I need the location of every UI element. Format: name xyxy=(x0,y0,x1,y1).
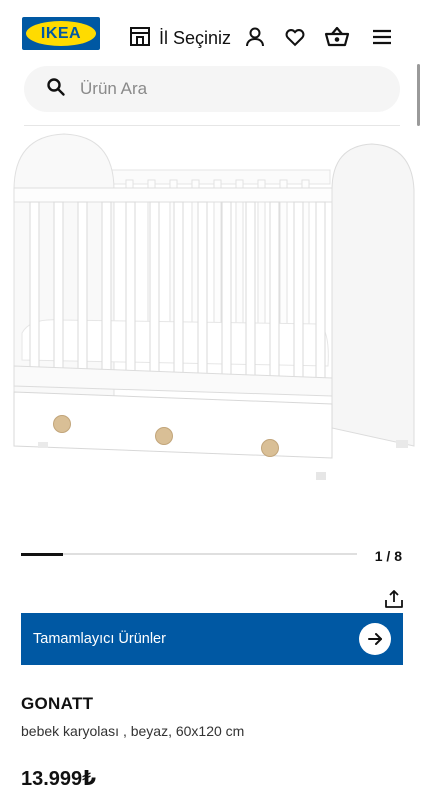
header-divider xyxy=(24,125,400,126)
product-image[interactable] xyxy=(0,128,424,528)
favorites-button[interactable] xyxy=(280,24,310,54)
product-description: bebek karyolası , beyaz, 60x120 cm xyxy=(21,723,245,739)
share-button[interactable] xyxy=(382,589,406,613)
gallery-page-indicator: 1 / 8 xyxy=(374,548,402,564)
search-input[interactable] xyxy=(80,79,380,99)
logo-text: IKEA xyxy=(40,24,82,42)
gallery-progress-fill xyxy=(21,552,63,556)
cart-button[interactable] xyxy=(322,24,352,54)
gallery-progress-bar xyxy=(21,552,357,556)
header: IKEA İl Seçiniz xyxy=(0,0,424,72)
ikea-logo[interactable]: IKEA xyxy=(22,17,100,50)
user-icon xyxy=(244,26,266,53)
store-icon xyxy=(129,25,151,52)
basket-icon xyxy=(324,25,350,54)
account-button[interactable] xyxy=(240,24,270,54)
menu-button[interactable] xyxy=(367,24,397,54)
store-select-button[interactable]: İl Seçiniz xyxy=(129,24,231,52)
arrow-right-icon xyxy=(359,623,391,655)
store-select-label: İl Seçiniz xyxy=(159,27,232,48)
share-icon xyxy=(384,589,404,614)
logo-oval: IKEA xyxy=(26,21,96,46)
search-bar[interactable] xyxy=(24,66,400,112)
menu-icon xyxy=(372,28,392,51)
page-scrollbar[interactable] xyxy=(417,64,420,126)
complementary-products-label: Tamamlayıcı Ürünler xyxy=(33,631,166,647)
search-icon xyxy=(46,77,66,102)
product-price: 13.999₺ xyxy=(21,768,97,790)
product-name: GONATT xyxy=(21,694,94,713)
heart-icon xyxy=(284,26,306,53)
complementary-products-button[interactable]: Tamamlayıcı Ürünler xyxy=(21,613,403,665)
